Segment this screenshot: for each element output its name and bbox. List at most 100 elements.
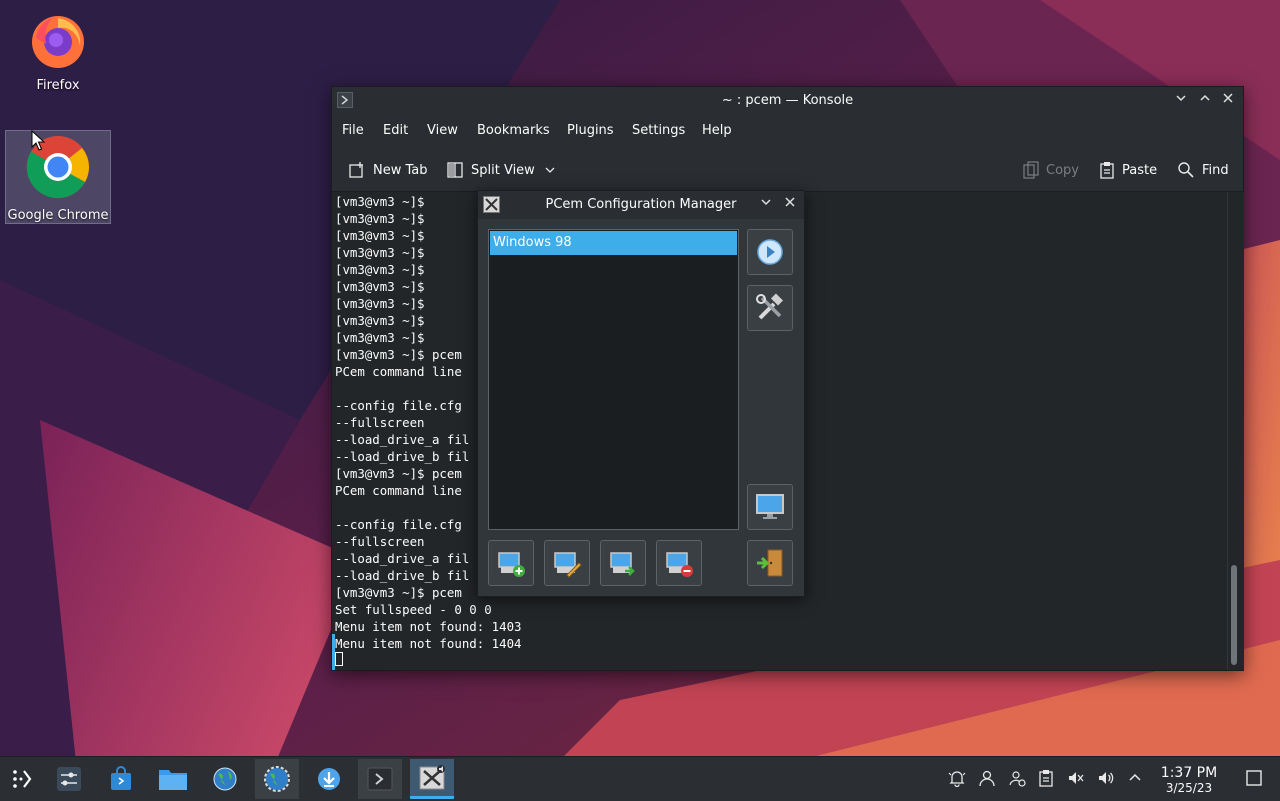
speaker-muted-icon	[1069, 772, 1084, 784]
terminal-icon	[367, 767, 393, 791]
task-browser-2[interactable]	[255, 759, 299, 799]
pcem-minimize-button[interactable]	[756, 195, 776, 215]
globe-icon	[213, 767, 237, 791]
tray-accounts[interactable]	[1007, 769, 1027, 789]
mouse-cursor-icon	[31, 130, 45, 151]
task-downloader[interactable]	[307, 759, 351, 799]
chevron-down-icon[interactable]	[544, 164, 556, 176]
konsole-titlebar[interactable]: ~ : pcem — Konsole	[332, 87, 1243, 115]
find-label: Find	[1202, 162, 1229, 178]
task-pcem[interactable]	[410, 759, 454, 799]
user-icon	[979, 770, 995, 787]
delete-config-button[interactable]	[656, 540, 702, 586]
tray-audio-muted[interactable]	[1066, 769, 1086, 789]
application-launcher-button[interactable]	[0, 759, 44, 799]
show-desktop-button[interactable]	[1244, 769, 1264, 789]
konsole-title: ~ : pcem — Konsole	[721, 93, 854, 108]
chevron-down-icon	[761, 199, 771, 206]
paste-icon	[1100, 162, 1114, 179]
exit-door-icon	[757, 549, 783, 577]
config-list-item[interactable]: Windows 98	[490, 231, 737, 255]
new-config-button[interactable]	[488, 540, 534, 586]
exit-button[interactable]	[747, 540, 793, 586]
rename-config-button[interactable]	[600, 540, 646, 586]
menu-bookmarks[interactable]: Bookmarks	[477, 123, 550, 138]
desktop-icon-label: Firefox	[36, 78, 80, 93]
terminal-line: Menu item not found: 1404	[335, 636, 522, 651]
task-konsole[interactable]	[358, 759, 402, 799]
users-switch-icon	[1009, 771, 1026, 787]
desktop-icon-label: Google Chrome	[7, 208, 109, 223]
chevron-up-icon	[1129, 773, 1141, 781]
new-tab-button[interactable]: New Tab	[348, 161, 428, 179]
split-view-label: Split View	[471, 162, 535, 178]
pcem-config-manager-window[interactable]: PCem Configuration Manager Windows 98	[477, 190, 805, 597]
app-launcher-icon	[13, 770, 32, 788]
taskbar: 1:37 PM 3/25/23	[0, 756, 1280, 801]
rename-machine-icon	[610, 552, 635, 576]
close-button[interactable]	[1218, 91, 1238, 111]
new-tab-label: New Tab	[373, 162, 428, 178]
firefox-icon	[32, 16, 84, 68]
download-icon	[318, 768, 340, 790]
tray-expand[interactable]	[1125, 769, 1145, 789]
config-list[interactable]: Windows 98	[488, 229, 739, 530]
task-browser-1[interactable]	[203, 759, 247, 799]
tray-notifications[interactable]	[947, 769, 967, 789]
edit-machine-icon	[554, 552, 582, 578]
folder-icon	[159, 770, 187, 790]
menu-file[interactable]: File	[342, 123, 364, 138]
task-dolphin[interactable]	[151, 759, 195, 799]
task-discover[interactable]	[99, 759, 143, 799]
monitor-icon	[756, 494, 784, 519]
globe-gear-icon	[264, 766, 290, 792]
speaker-icon	[1099, 772, 1114, 784]
pcem-titlebar[interactable]: PCem Configuration Manager	[478, 191, 804, 219]
menu-settings[interactable]: Settings	[632, 123, 685, 138]
run-config-button[interactable]	[747, 229, 793, 275]
menu-view[interactable]: View	[427, 123, 458, 138]
terminal-line: Menu item not found: 1403	[335, 619, 522, 634]
chevron-down-icon	[1176, 95, 1186, 102]
tray-user[interactable]	[977, 769, 997, 789]
copy-icon	[1023, 161, 1039, 179]
pcem-close-button[interactable]	[780, 195, 800, 215]
paste-button[interactable]: Paste	[1099, 161, 1157, 179]
tray-volume[interactable]	[1096, 769, 1116, 789]
split-view-icon	[447, 162, 463, 178]
tools-icon	[756, 293, 784, 320]
display-settings-button[interactable]	[747, 484, 793, 530]
new-tab-icon	[349, 162, 363, 178]
terminal-cursor	[335, 652, 343, 666]
find-button[interactable]: Find	[1177, 161, 1229, 179]
desktop-icon-chrome[interactable]: Google Chrome	[5, 130, 111, 224]
play-icon	[757, 239, 783, 265]
remove-machine-icon	[666, 552, 693, 577]
desktop-icon-firefox[interactable]: Firefox	[5, 8, 111, 96]
konsole-menubar	[332, 115, 1243, 145]
store-bag-icon	[111, 766, 131, 790]
edit-config-button[interactable]	[544, 540, 590, 586]
copy-button[interactable]: Copy	[1023, 161, 1079, 179]
tray-clipboard[interactable]	[1036, 769, 1056, 789]
menu-edit[interactable]: Edit	[383, 123, 408, 138]
terminal-scrollbar-thumb[interactable]	[1231, 565, 1237, 665]
close-icon	[1223, 93, 1233, 103]
task-system-settings[interactable]	[47, 759, 91, 799]
close-icon	[785, 197, 795, 207]
menu-plugins[interactable]: Plugins	[567, 123, 614, 138]
search-icon	[1178, 162, 1194, 178]
clipboard-icon	[1039, 770, 1053, 787]
split-view-button[interactable]: Split View	[446, 161, 556, 179]
menu-help[interactable]: Help	[702, 123, 732, 138]
copy-label: Copy	[1046, 162, 1079, 178]
configure-button[interactable]	[747, 285, 793, 331]
clock-date[interactable]: 3/25/23	[1152, 781, 1226, 795]
pcem-icon	[419, 764, 445, 789]
chevron-up-icon	[1200, 94, 1210, 101]
minimize-button[interactable]	[1171, 91, 1191, 111]
bell-icon	[948, 771, 966, 788]
maximize-button[interactable]	[1195, 91, 1215, 111]
show-desktop-icon	[1246, 770, 1262, 786]
clock-time[interactable]: 1:37 PM	[1152, 765, 1226, 781]
